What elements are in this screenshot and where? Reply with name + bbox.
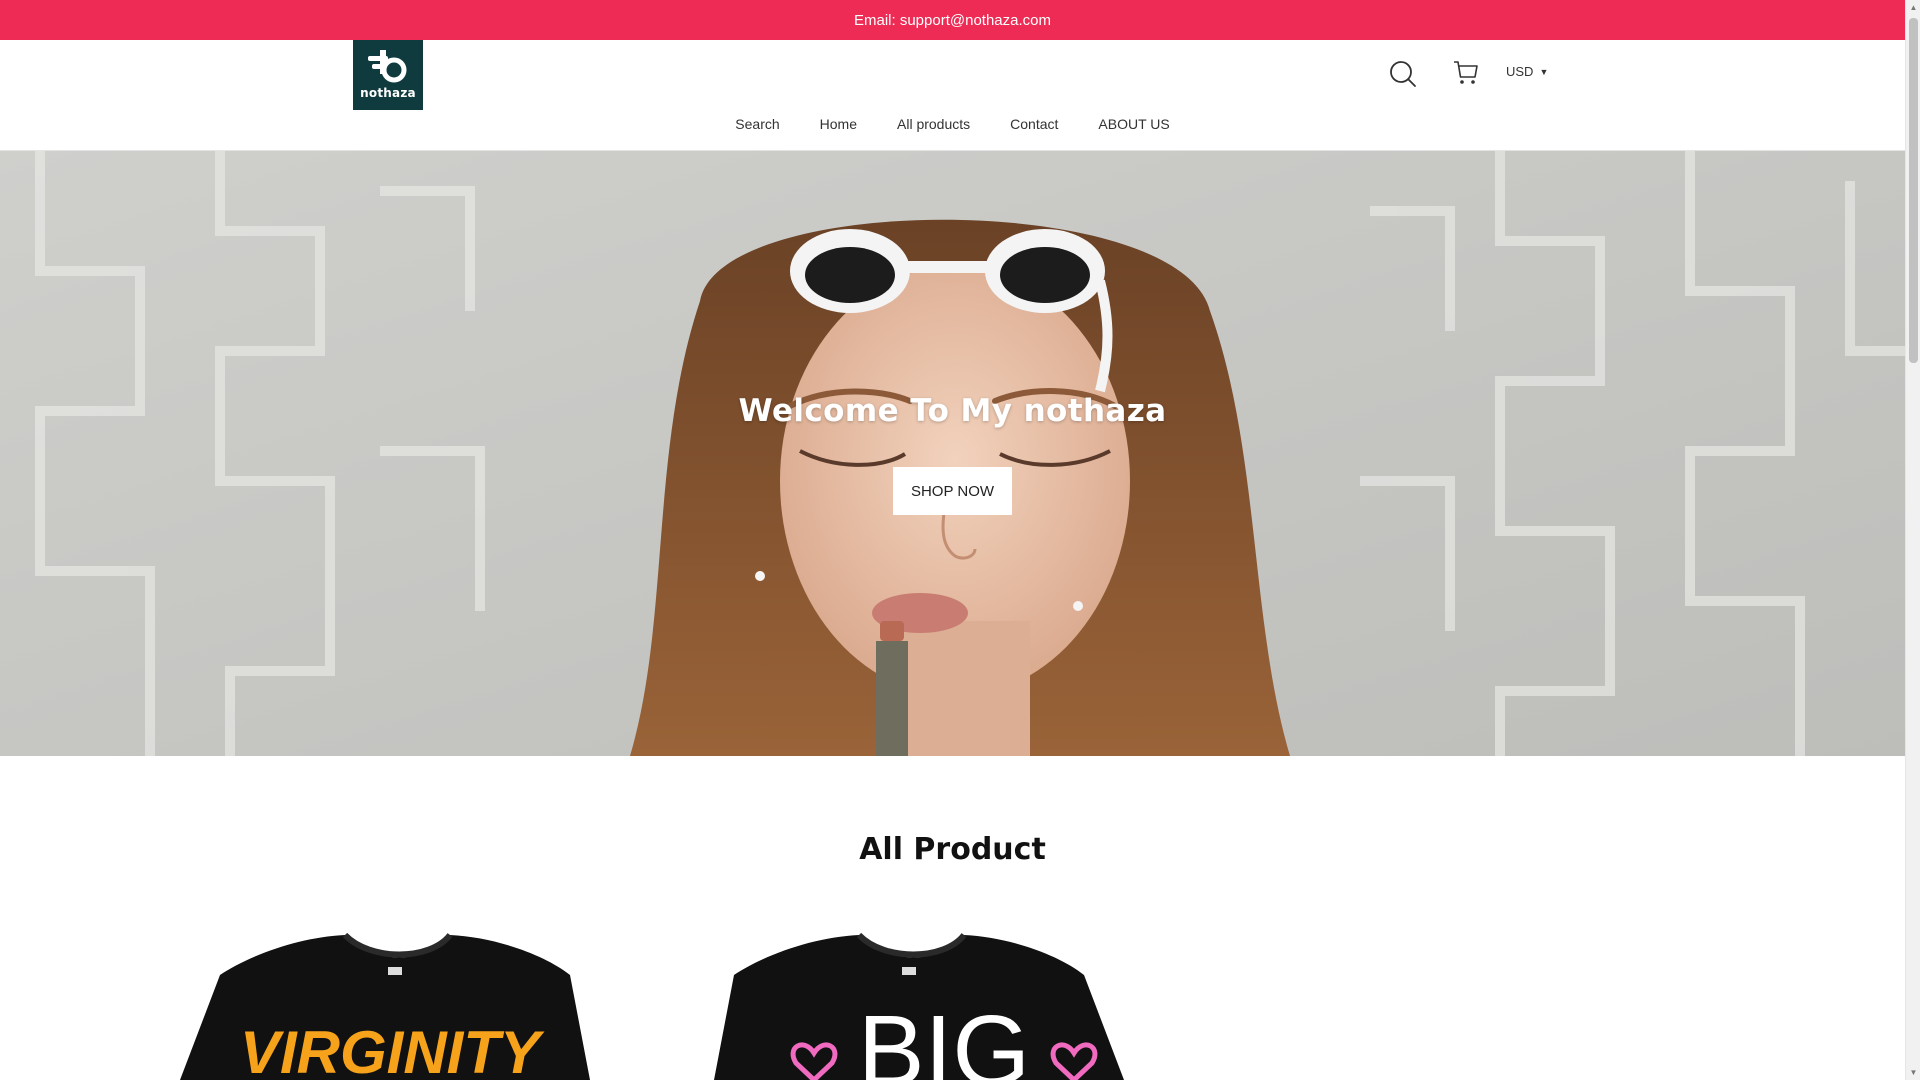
nav-item-contact[interactable]: Contact <box>990 116 1078 132</box>
currency-selector[interactable]: USD ▼ <box>1506 64 1548 79</box>
hero-image <box>0 151 1905 756</box>
hero-title: Welcome To My nothaza <box>738 393 1167 429</box>
product-print-text: VIRGINITY <box>240 1019 545 1080</box>
announcement-text: Email: support@nothaza.com <box>854 11 1051 29</box>
section-title: All Product <box>859 832 1046 867</box>
shop-now-button[interactable]: SHOP NOW <box>893 467 1012 515</box>
product-print-text: BIG <box>858 995 1030 1080</box>
nav-item-about-us[interactable]: ABOUT US <box>1078 116 1189 132</box>
nav-item-all-products[interactable]: All products <box>877 116 990 132</box>
cart-icon <box>1454 61 1478 84</box>
hero-banner: Welcome To My nothaza SHOP NOW <box>0 151 1905 756</box>
logo-text: nothaza <box>360 86 416 100</box>
chevron-down-icon: ▼ <box>1539 66 1549 77</box>
logo-mark-icon <box>368 50 407 83</box>
cart-button[interactable] <box>1450 56 1482 88</box>
product-image: BIG <box>714 932 1124 1080</box>
page-scrollbar[interactable]: ▲ ▼ <box>1905 0 1920 1080</box>
nav-item-search[interactable]: Search <box>715 116 799 132</box>
announcement-bar: Email: support@nothaza.com <box>0 0 1905 40</box>
search-icon <box>1390 61 1416 87</box>
scroll-down-icon[interactable]: ▼ <box>1906 1065 1920 1080</box>
site-logo[interactable]: nothaza <box>353 40 423 110</box>
header-search-button[interactable] <box>1387 58 1419 90</box>
scroll-up-icon[interactable]: ▲ <box>1906 0 1920 15</box>
product-card[interactable]: BIG <box>704 925 1204 1080</box>
scroll-thumb[interactable] <box>1909 18 1918 363</box>
main-nav: Search Home All products Contact ABOUT U… <box>0 116 1905 132</box>
nav-item-home[interactable]: Home <box>800 116 877 132</box>
product-image: VIRGINITY <box>180 932 590 1080</box>
currency-value: USD <box>1506 64 1534 79</box>
site-header: nothaza USD ▼ Search Home All products C… <box>0 40 1905 151</box>
product-card[interactable]: VIRGINITY <box>90 925 590 1080</box>
